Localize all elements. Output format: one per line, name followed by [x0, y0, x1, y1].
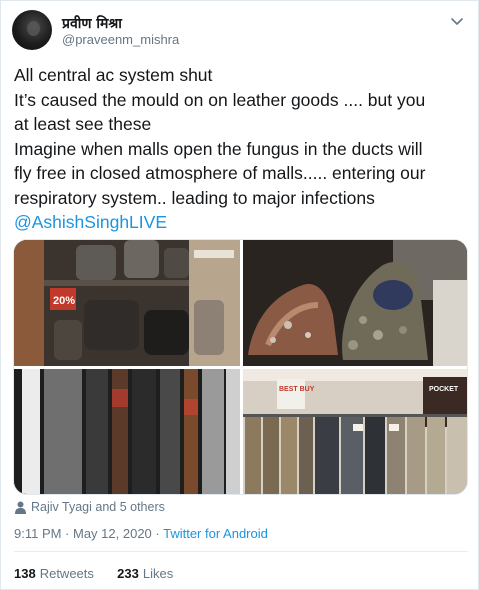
- retweets-label: Retweets: [39, 566, 94, 581]
- likes-count: 233: [117, 566, 139, 581]
- divider: [14, 551, 468, 552]
- tweet-line: respiratory system.. leading to major in…: [14, 187, 375, 208]
- mention-link[interactable]: @AshishSinghLIVE: [14, 212, 167, 232]
- likers-row[interactable]: Rajiv Tyagi and 5 others: [15, 500, 165, 518]
- likes-label: Likes: [142, 566, 174, 581]
- tweet-line: It’s caused the mould on on leather good…: [14, 89, 426, 110]
- tweet-line: All central ac system shut: [14, 65, 213, 85]
- tweet-line: at least see these: [14, 114, 152, 134]
- tweet-card: प्रवीण मिश्रा @praveenm_mishra All centr…: [0, 0, 479, 590]
- author-handle[interactable]: @praveenm_mishra: [62, 32, 179, 47]
- tweet-line: fly free in closed atmosphere of malls..…: [14, 163, 426, 183]
- retweets-stat[interactable]: 138 Retweets: [14, 566, 94, 581]
- author-name[interactable]: प्रवीण मिश्रा: [62, 14, 122, 33]
- photo-clothing-rack[interactable]: POCKET BEST BUY: [243, 369, 467, 494]
- media-grid: 20% POCKET BEST BUY: [13, 239, 468, 495]
- source-link[interactable]: Twitter for Android: [163, 526, 268, 541]
- tweet-line: Imagine when malls open the fungus in th…: [14, 138, 423, 159]
- person-icon: [15, 501, 26, 514]
- best-buy-sign: BEST BUY: [279, 386, 315, 393]
- likes-stat[interactable]: 233 Likes: [117, 566, 173, 581]
- chevron-down-icon[interactable]: [448, 12, 466, 30]
- timestamp-text[interactable]: 9:11 PM · May 12, 2020 ·: [14, 526, 163, 541]
- avatar[interactable]: [12, 10, 52, 50]
- engagement-stats: 138 Retweets 233 Likes: [14, 566, 173, 581]
- tweet-timestamp: 9:11 PM · May 12, 2020 · Twitter for And…: [14, 526, 268, 541]
- photo-store-bags[interactable]: 20%: [14, 240, 240, 366]
- photo-belts-art: [14, 369, 240, 494]
- photo-clothing-rack-art: POCKET BEST BUY: [243, 369, 467, 494]
- likers-text: Rajiv Tyagi and 5 others: [31, 500, 165, 514]
- tweet-header: प्रवीण मिश्रा @praveenm_mishra: [12, 10, 472, 52]
- photo-belts[interactable]: [14, 369, 240, 494]
- brand-sign: POCKET: [429, 386, 459, 393]
- photo-mouldy-shoes-art: [243, 240, 467, 366]
- photo-store-bags-art: 20%: [14, 240, 240, 366]
- retweets-count: 138: [14, 566, 36, 581]
- sale-sign: 20%: [53, 295, 75, 307]
- tweet-text: All central ac system shut It’s caused t…: [14, 63, 470, 235]
- photo-mouldy-shoes[interactable]: [243, 240, 467, 366]
